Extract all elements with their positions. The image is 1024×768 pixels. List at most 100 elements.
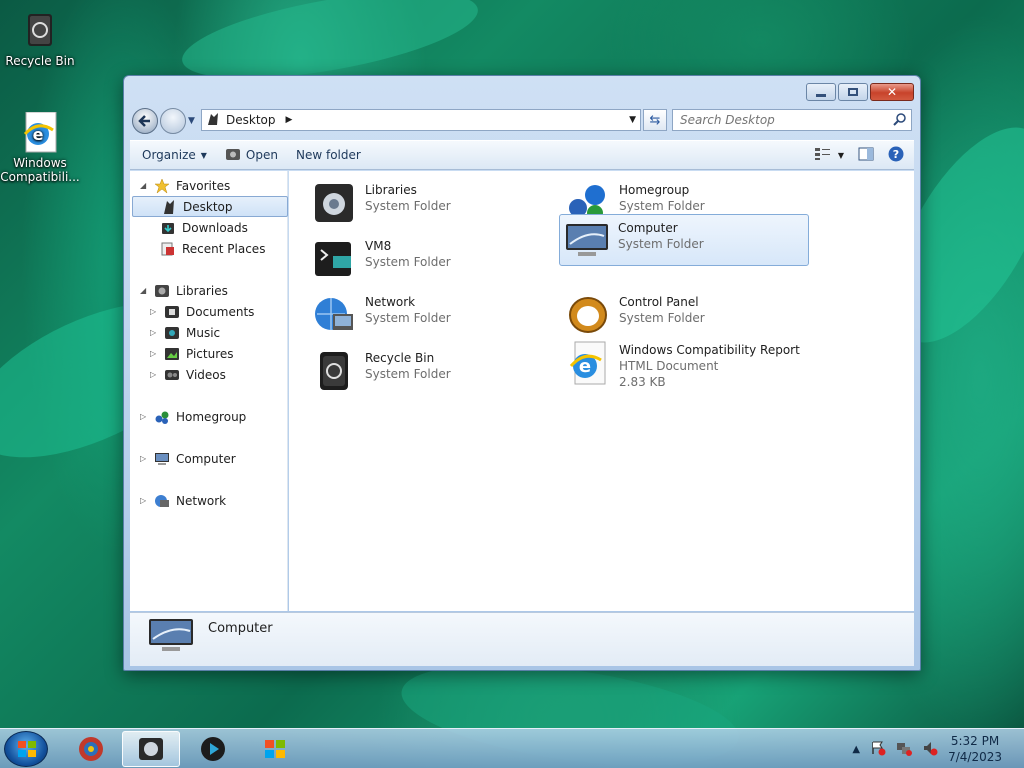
tree-item-recent-places[interactable]: Recent Places: [160, 238, 265, 259]
new-folder-label: New folder: [295, 148, 361, 162]
address-dropdown-icon[interactable]: ▼: [629, 115, 636, 125]
recent-places-icon: [160, 241, 176, 257]
preview-pane-icon[interactable]: [858, 147, 874, 164]
tree-item-downloads[interactable]: Downloads: [160, 217, 248, 238]
navigation-bar: ▼ Desktop ▶ ▼ ⇆: [130, 106, 914, 136]
volume-muted-icon[interactable]: [922, 740, 938, 759]
file-list: Libraries System Folder Homegroup System F…: [289, 171, 914, 611]
tree-item-music[interactable]: ▷ Music: [150, 322, 220, 343]
collapse-arrow-icon[interactable]: ◢: [140, 286, 148, 295]
refresh-button[interactable]: ⇆: [643, 109, 667, 131]
help-icon[interactable]: ?: [888, 146, 904, 165]
tree-computer[interactable]: ▷ Computer: [140, 448, 236, 469]
show-hidden-icons-icon[interactable]: ▲: [852, 744, 860, 755]
clock-time: 5:32 PM: [950, 734, 1000, 748]
search-icon[interactable]: [893, 113, 907, 130]
expand-arrow-icon[interactable]: ▷: [140, 496, 148, 505]
pictures-icon: [164, 346, 180, 362]
tree-label: Recent Places: [182, 241, 266, 256]
downloads-icon: [160, 220, 176, 236]
collapse-arrow-icon[interactable]: ◢: [140, 181, 148, 190]
file-type: System Folder: [619, 199, 705, 213]
tree-label: Videos: [186, 367, 226, 382]
action-center-icon[interactable]: [870, 740, 886, 759]
search-box[interactable]: [672, 109, 912, 131]
file-type: System Folder: [365, 199, 451, 213]
organize-label: Organize: [142, 148, 196, 162]
expand-arrow-icon[interactable]: ▷: [140, 412, 148, 421]
file-type: System Folder: [365, 311, 451, 325]
back-button[interactable]: [132, 108, 158, 134]
change-view-icon[interactable]: [814, 147, 832, 164]
computer-icon: [154, 451, 170, 467]
tree-item-documents[interactable]: ▷ Documents: [150, 301, 254, 322]
view-options-chevron-icon[interactable]: ▼: [838, 151, 844, 160]
back-arrow-icon: [138, 115, 150, 127]
tree-favorites[interactable]: ◢ Favorites: [140, 175, 230, 196]
tree-homegroup[interactable]: ▷ Homegroup: [140, 406, 246, 427]
breadcrumb-desktop[interactable]: Desktop: [226, 113, 276, 127]
tree-label: Homegroup: [176, 409, 247, 424]
control-panel-icon: [565, 292, 611, 338]
recycle-bin-icon: [311, 348, 357, 394]
expand-arrow-icon[interactable]: ▷: [150, 370, 158, 379]
file-type: System Folder: [619, 311, 705, 325]
desktop-icon-recycle-bin[interactable]: Recycle Bin: [0, 10, 80, 68]
file-item-vm8[interactable]: VM8 System Folder: [307, 233, 557, 285]
taskbar-explorer-button[interactable]: [122, 731, 180, 767]
taskbar-windows-button[interactable]: [246, 731, 304, 767]
start-button[interactable]: [4, 731, 48, 767]
file-name: VM8: [365, 239, 392, 253]
file-name: Libraries: [365, 183, 417, 197]
organize-button[interactable]: Organize ▼: [142, 148, 207, 162]
breadcrumb-chevron-icon[interactable]: ▶: [286, 115, 293, 125]
minimize-button[interactable]: [806, 83, 836, 101]
new-folder-button[interactable]: New folder: [296, 148, 361, 162]
taskbar-browser-button[interactable]: [62, 731, 120, 767]
tree-network[interactable]: ▷ Network: [140, 490, 226, 511]
tree-label: Downloads: [182, 220, 248, 235]
windows-logo-icon: [18, 741, 36, 757]
file-item-compatibility-report[interactable]: e Windows Compatibility Report HTML Docum…: [561, 337, 811, 397]
open-icon: [225, 147, 241, 164]
file-item-computer[interactable]: Computer System Folder: [559, 214, 809, 266]
tree-item-pictures[interactable]: ▷ Pictures: [150, 343, 234, 364]
file-item-libraries[interactable]: Libraries System Folder: [307, 177, 557, 229]
computer-icon: [148, 617, 194, 660]
tree-item-desktop[interactable]: Desktop: [132, 196, 288, 217]
forward-button[interactable]: [160, 108, 186, 134]
maximize-button[interactable]: [838, 83, 868, 101]
details-pane: Computer: [130, 612, 914, 666]
file-item-control-panel[interactable]: Control Panel System Folder: [561, 289, 811, 341]
expand-arrow-icon[interactable]: ▷: [150, 328, 158, 337]
clock[interactable]: 5:32 PM 7/4/2023: [948, 733, 1002, 765]
taskbar-media-player-button[interactable]: [184, 731, 242, 767]
tree-label: Desktop: [183, 199, 233, 214]
desktop-icon-windows-compatibility[interactable]: e Windows Compatibili...: [0, 111, 80, 184]
expand-arrow-icon[interactable]: ▷: [150, 307, 158, 316]
clock-date: 7/4/2023: [948, 750, 1002, 764]
network-icon: [154, 493, 170, 509]
network-status-icon[interactable]: [896, 740, 913, 759]
desktop-icon: [161, 199, 177, 215]
tree-label: Documents: [186, 304, 255, 319]
chevron-down-icon: ▼: [200, 150, 207, 160]
file-name: Homegroup: [619, 183, 690, 197]
close-button[interactable]: ✕: [870, 83, 914, 101]
browser-icon: [79, 737, 103, 761]
command-bar: Organize ▼ Open New folder ▼ ?: [130, 140, 914, 170]
search-input[interactable]: [680, 113, 880, 127]
file-item-recycle-bin[interactable]: Recycle Bin System Folder: [307, 345, 557, 397]
recycle-bin-icon: [20, 10, 60, 50]
expand-arrow-icon[interactable]: ▷: [140, 454, 148, 463]
recent-pages-dropdown[interactable]: ▼: [188, 116, 195, 126]
open-button[interactable]: Open: [225, 147, 278, 164]
tree-item-videos[interactable]: ▷ Videos: [150, 364, 226, 385]
tree-libraries[interactable]: ◢ Libraries: [140, 280, 228, 301]
file-item-network[interactable]: Network System Folder: [307, 289, 557, 341]
file-type: HTML Document: [619, 359, 719, 373]
desktop-icon-label: Windows Compatibili...: [0, 156, 80, 184]
address-bar[interactable]: Desktop ▶ ▼: [201, 109, 641, 131]
expand-arrow-icon[interactable]: ▷: [150, 349, 158, 358]
view-controls: ▼ ?: [814, 146, 904, 165]
